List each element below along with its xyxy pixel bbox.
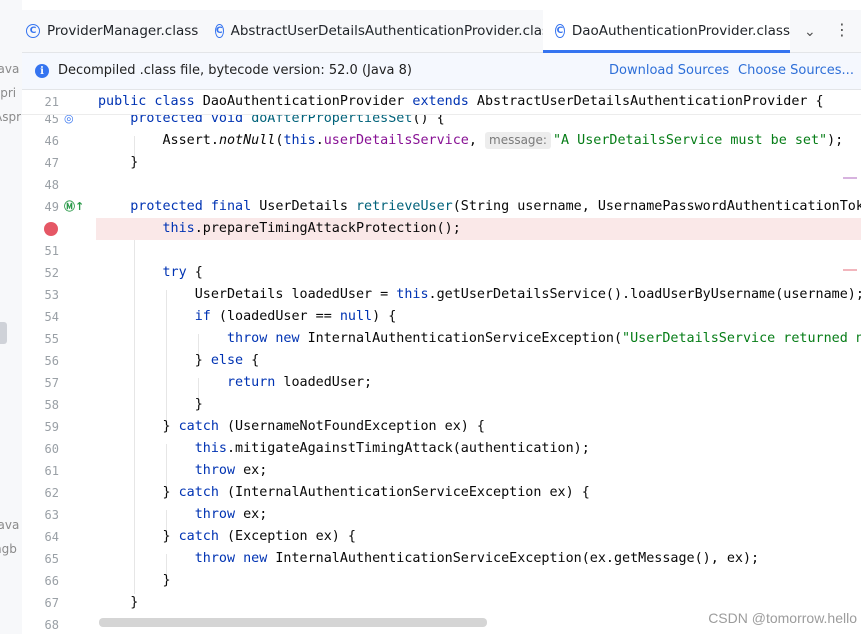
info-icon: i	[35, 64, 49, 78]
code-line[interactable]: 60 this.mitigateAgainstTimingAttack(auth…	[22, 438, 861, 460]
line-number: 53	[44, 288, 59, 302]
code-text: this.mitigateAgainstTimingAttack(authent…	[194, 441, 590, 456]
code-text: protected final UserDetails retrieveUser…	[130, 199, 861, 214]
code-text: } catch (InternalAuthenticationServiceEx…	[98, 485, 590, 500]
line-number: 60	[44, 442, 59, 456]
choose-sources-link[interactable]: Choose Sources...	[738, 63, 854, 78]
code-text: throw ex;	[194, 463, 268, 478]
code-text: } catch (UsernameNotFoundException ex) {	[98, 419, 485, 434]
decompiled-info-banner: i Decompiled .class file, bytecode versi…	[22, 53, 861, 90]
line-number: 65	[44, 552, 59, 566]
code-line[interactable]: 66 }	[22, 570, 861, 592]
parameter-hint: message:	[485, 132, 551, 149]
download-sources-link[interactable]: Download Sources	[609, 63, 729, 78]
tab-provider-manager[interactable]: C ProviderManager.class	[22, 10, 211, 52]
code-text: this.prepareTimingAttackProtection();	[162, 221, 461, 236]
class-file-icon: C	[215, 24, 224, 38]
code-line[interactable]: 56 } else {	[22, 350, 861, 372]
code-text: Assert.notNull(this.userDetailsService, …	[98, 132, 844, 149]
line-number: 56	[44, 354, 59, 368]
code-text: if (loadedUser == null) {	[194, 309, 397, 324]
code-text: return loadedUser;	[227, 375, 373, 390]
more-vertical-icon[interactable]: ⋮	[834, 20, 850, 40]
class-file-icon: C	[555, 24, 565, 38]
code-line[interactable]: 64 } catch (Exception ex) {	[22, 526, 861, 548]
code-line[interactable]: this.prepareTimingAttackProtection();	[22, 218, 861, 240]
code-text: throw new InternalAuthenticationServiceE…	[227, 331, 861, 346]
code-text: } else {	[98, 353, 260, 368]
code-editor[interactable]: 21 public class DaoAuthenticationProvide…	[22, 90, 861, 634]
code-text: }	[98, 397, 203, 412]
line-number: 57	[44, 376, 59, 390]
line-number: 46	[44, 134, 59, 148]
project-panel-strip: Java spri Aspr Java ngb	[0, 0, 22, 634]
sticky-class-header[interactable]: 21 public class DaoAuthenticationProvide…	[22, 90, 861, 115]
horizontal-scrollbar[interactable]	[99, 618, 487, 627]
project-tree-fragment: Java	[0, 518, 20, 532]
code-text: }	[98, 573, 171, 588]
editor-tab-bar: C ProviderManager.class C AbstractUserDe…	[22, 10, 861, 53]
watermark: CSDN @tomorrow.hello	[708, 610, 857, 626]
code-line[interactable]: 57 return loadedUser;	[22, 372, 861, 394]
code-line[interactable]: 55 throw new InternalAuthenticationServi…	[22, 328, 861, 350]
banner-message: Decompiled .class file, bytecode version…	[58, 63, 412, 78]
tab-dao-authentication-provider[interactable]: C DaoAuthenticationProvider.class	[543, 10, 790, 53]
code-line[interactable]: 46 Assert.notNull(this.userDetailsServic…	[22, 130, 861, 152]
line-number: 48	[44, 178, 59, 192]
project-tree-fragment: Java	[0, 62, 20, 76]
tab-label: DaoAuthenticationProvider.class	[571, 23, 790, 39]
tab-label: AbstractUserDetailsAuthenticationProvide…	[230, 23, 557, 39]
code-text: } catch (Exception ex) {	[98, 529, 356, 544]
line-number: 68	[44, 618, 59, 632]
code-text: try {	[162, 265, 203, 280]
code-text: }	[98, 595, 139, 610]
line-number: 52	[44, 266, 59, 280]
code-line[interactable]: 52 try {	[22, 262, 861, 284]
project-tree-fragment: ngb	[0, 542, 17, 556]
code-line[interactable]: 54 if (loadedUser == null) {	[22, 306, 861, 328]
line-number: 66	[44, 574, 59, 588]
code-text: UserDetails loadedUser = this.getUserDet…	[98, 287, 861, 302]
implements-method-icon[interactable]: Ⓜ↑	[64, 200, 84, 214]
class-file-icon: C	[26, 24, 40, 38]
code-line[interactable]: 61 throw ex;	[22, 460, 861, 482]
tab-label: ProviderManager.class	[47, 23, 199, 39]
scrollbar-marker[interactable]	[843, 177, 857, 179]
line-number: 47	[44, 156, 59, 170]
code-line[interactable]: 53 UserDetails loadedUser = this.getUser…	[22, 284, 861, 306]
line-number: 67	[44, 596, 59, 610]
scrollbar-marker[interactable]	[843, 269, 857, 271]
line-number: 54	[44, 310, 59, 324]
tab-abstract-user-details-authentication-provider[interactable]: C AbstractUserDetailsAuthenticationProvi…	[215, 10, 556, 52]
code-text: throw ex;	[194, 507, 268, 522]
line-number: 51	[44, 244, 59, 258]
code-line[interactable]: 58 }	[22, 394, 861, 416]
line-number: 64	[44, 530, 59, 544]
code-line[interactable]: 63 throw ex;	[22, 504, 861, 526]
line-number: 62	[44, 486, 59, 500]
breakpoint-icon[interactable]	[44, 222, 58, 236]
project-tree-fragment: Aspr	[0, 110, 22, 124]
chevron-down-icon[interactable]: ⌄	[804, 24, 816, 40]
line-number: 58	[44, 398, 59, 412]
code-line[interactable]: 59 } catch (UsernameNotFoundException ex…	[22, 416, 861, 438]
line-number: 63	[44, 508, 59, 522]
code-line[interactable]: 65 throw new InternalAuthenticationServi…	[22, 548, 861, 570]
code-line[interactable]: 49 Ⓜ↑ protected final UserDetails retrie…	[22, 196, 861, 218]
code-line[interactable]: 48	[22, 174, 861, 196]
line-number: 61	[44, 464, 59, 478]
code-line[interactable]: 51	[22, 240, 861, 262]
code-text: }	[98, 155, 139, 170]
line-number: 55	[44, 332, 59, 346]
code-line[interactable]: 62 } catch (InternalAuthenticationServic…	[22, 482, 861, 504]
code-text: throw new InternalAuthenticationServiceE…	[194, 551, 760, 566]
project-tree-fragment: spri	[0, 86, 17, 100]
panel-scroll-handle[interactable]	[0, 322, 7, 344]
code-line[interactable]: 47 }	[22, 152, 861, 174]
line-number: 59	[44, 420, 59, 434]
line-number: 49	[44, 200, 59, 214]
code-text: public class DaoAuthenticationProvider e…	[98, 94, 824, 109]
line-number: 21	[44, 95, 59, 109]
